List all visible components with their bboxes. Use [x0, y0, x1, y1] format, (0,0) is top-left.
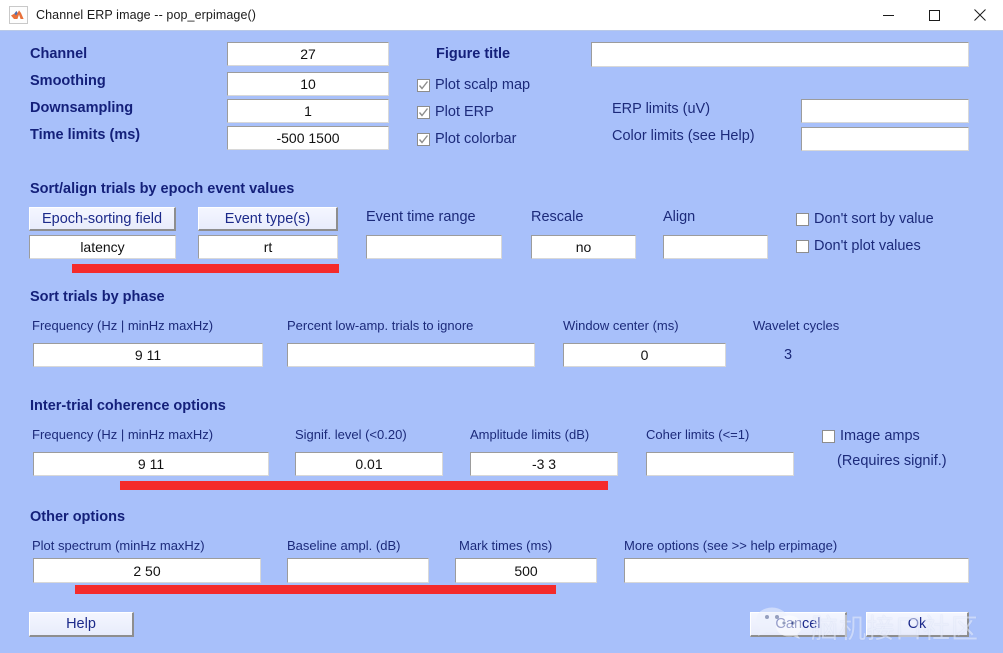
- label-rescale: Rescale: [531, 209, 584, 225]
- time-limits-input[interactable]: -500 1500: [227, 126, 389, 150]
- label-signif-level: Signif. level (<0.20): [295, 427, 407, 442]
- coher-frequency-input[interactable]: 9 11: [33, 452, 269, 476]
- label-requires-signif: (Requires signif.): [837, 453, 947, 469]
- heading-sort-align: Sort/align trials by epoch event values: [30, 181, 295, 197]
- label-percent-low-amp: Percent low-amp. trials to ignore: [287, 318, 474, 333]
- checkbox-label: Don't plot values: [814, 238, 921, 254]
- phase-frequency-input[interactable]: 9 11: [33, 343, 263, 367]
- checkbox-dont-sort-by-value[interactable]: Don't sort by value: [796, 212, 934, 227]
- label-plot-spectrum: Plot spectrum (minHz maxHz): [32, 538, 205, 553]
- label-align: Align: [663, 209, 696, 225]
- epoch-sorting-field-button[interactable]: Epoch-sorting field: [29, 207, 176, 231]
- label-baseline-ampl: Baseline ampl. (dB): [287, 538, 401, 553]
- figure-title-input[interactable]: [591, 42, 969, 67]
- heading-coherence: Inter-trial coherence options: [30, 398, 226, 414]
- label-amplitude-limits: Amplitude limits (dB): [470, 427, 590, 442]
- heading-other-options: Other options: [30, 509, 126, 525]
- downsampling-input[interactable]: 1: [227, 99, 389, 123]
- align-input[interactable]: [663, 235, 768, 259]
- highlight-bar-other: [75, 585, 556, 594]
- checkmark-icon: [417, 133, 430, 146]
- empty-checkbox-icon: [796, 240, 809, 253]
- label-more-options: More options (see >> help erpimage): [624, 538, 838, 553]
- checkbox-plot-erp[interactable]: Plot ERP: [417, 105, 494, 120]
- highlight-bar-sort-align: [72, 264, 339, 273]
- event-time-range-input[interactable]: [366, 235, 502, 259]
- label-smoothing: Smoothing: [30, 73, 106, 89]
- window-center-input[interactable]: 0: [563, 343, 726, 367]
- more-options-input[interactable]: [624, 558, 969, 583]
- checkbox-label: Plot ERP: [435, 104, 494, 120]
- amplitude-limits-input[interactable]: -3 3: [470, 452, 618, 476]
- event-types-button[interactable]: Event type(s): [198, 207, 338, 231]
- rescale-input[interactable]: no: [531, 235, 636, 259]
- heading-sort-phase: Sort trials by phase: [30, 289, 165, 305]
- signif-level-input[interactable]: 0.01: [295, 452, 443, 476]
- baseline-ampl-input[interactable]: [287, 558, 429, 583]
- empty-checkbox-icon: [822, 430, 835, 443]
- channel-input[interactable]: 27: [227, 42, 389, 66]
- label-wavelet-cycles: Wavelet cycles: [753, 318, 840, 333]
- label-erp-limits: ERP limits (uV): [612, 101, 711, 117]
- label-coher-frequency: Frequency (Hz | minHz maxHz): [32, 427, 214, 442]
- label-time-limits: Time limits (ms): [30, 127, 141, 143]
- checkbox-label: Plot colorbar: [435, 131, 517, 147]
- maximize-icon[interactable]: [911, 0, 957, 30]
- title-bar: Channel ERP image -- pop_erpimage(): [0, 0, 1003, 31]
- empty-checkbox-icon: [796, 213, 809, 226]
- help-button[interactable]: Help: [29, 612, 134, 637]
- label-color-limits: Color limits (see Help): [612, 128, 755, 144]
- label-channel: Channel: [30, 46, 88, 62]
- checkbox-plot-colorbar[interactable]: Plot colorbar: [417, 132, 516, 147]
- checkbox-dont-plot-values[interactable]: Don't plot values: [796, 239, 921, 254]
- window-controls: [865, 0, 1003, 30]
- erp-limits-input[interactable]: [801, 99, 969, 123]
- checkbox-label: Don't sort by value: [814, 211, 934, 227]
- highlight-bar-coherence: [120, 481, 608, 490]
- epoch-sorting-field-input[interactable]: latency: [29, 235, 176, 259]
- coher-limits-input[interactable]: [646, 452, 794, 476]
- label-mark-times: Mark times (ms): [459, 538, 553, 553]
- label-figure-title: Figure title: [436, 46, 511, 62]
- checkbox-plot-scalp-map[interactable]: Plot scalp map: [417, 78, 530, 93]
- label-phase-frequency: Frequency (Hz | minHz maxHz): [32, 318, 214, 333]
- window-title: Channel ERP image -- pop_erpimage(): [36, 8, 257, 22]
- dialog-panel: Channel Smoothing Downsampling Time limi…: [0, 31, 1003, 653]
- minimize-icon[interactable]: [865, 0, 911, 30]
- ok-button[interactable]: Ok: [866, 612, 969, 637]
- percent-low-amp-input[interactable]: [287, 343, 535, 367]
- checkbox-image-amps[interactable]: Image amps: [822, 429, 920, 444]
- label-event-time-range: Event time range: [366, 209, 476, 225]
- close-icon[interactable]: [957, 0, 1003, 30]
- checkmark-icon: [417, 79, 430, 92]
- label-coher-limits: Coher limits (<=1): [646, 427, 750, 442]
- event-types-input[interactable]: rt: [198, 235, 338, 259]
- checkbox-label: Plot scalp map: [435, 77, 531, 93]
- plot-spectrum-input[interactable]: 2 50: [33, 558, 261, 583]
- mark-times-input[interactable]: 500: [455, 558, 597, 583]
- matlab-icon: [9, 6, 28, 24]
- wavelet-cycles-value: 3: [784, 347, 793, 363]
- label-window-center: Window center (ms): [563, 318, 679, 333]
- cancel-button[interactable]: Cancel: [750, 612, 847, 637]
- smoothing-input[interactable]: 10: [227, 72, 389, 96]
- color-limits-input[interactable]: [801, 127, 969, 151]
- label-downsampling: Downsampling: [30, 100, 134, 116]
- checkmark-icon: [417, 106, 430, 119]
- checkbox-label: Image amps: [840, 428, 920, 444]
